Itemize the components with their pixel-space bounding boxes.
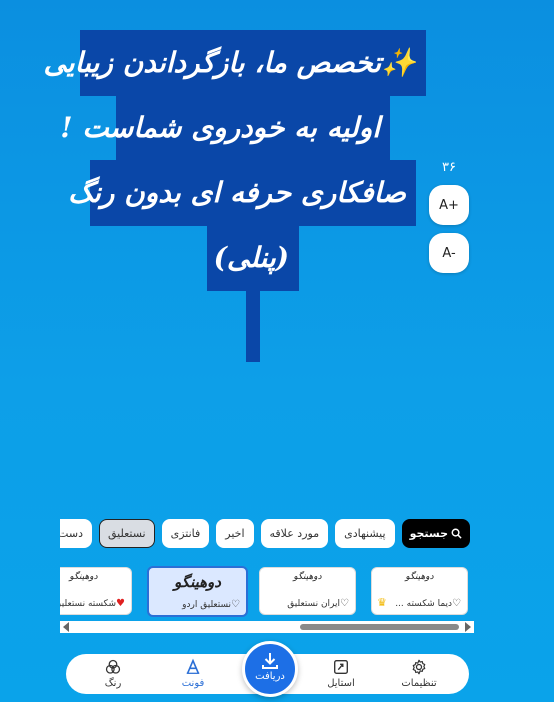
scroll-right-arrow-icon[interactable] [465,622,471,632]
font-preview: دوهینگو [174,573,221,591]
heart-outline-icon[interactable]: ♡ [231,599,240,610]
heart-outline-icon[interactable]: ♡ [452,598,461,609]
download-label: دریافت [255,671,285,682]
search-chip-label: جستجو [409,527,448,540]
font-name: ♥شکسته نستعلیق [60,598,125,609]
chip-nastaliq[interactable]: نستعلیق [98,519,155,548]
scroll-left-arrow-icon[interactable] [63,622,69,632]
chip-fantasy[interactable]: فانتزی [161,519,210,548]
font-name: ♡ایران نستعلیق [287,598,349,609]
font-name: ♡دیما شکسته ... [395,598,461,609]
font-preview: دوهینگو [69,572,98,582]
nav-settings-label: تنظیمات [401,678,437,689]
search-chip[interactable]: جستجو [401,519,470,548]
text-highlight-tail [246,290,260,362]
nav-color-label: رنگ [104,678,122,689]
download-icon [262,653,278,669]
search-icon [451,528,462,539]
font-card[interactable]: دوهینگو ♡دیما شکسته ... ♛ [371,567,468,615]
heart-outline-icon[interactable]: ♡ [340,598,349,609]
nav-font[interactable]: فونت [158,658,228,689]
canvas-line-4: (پنلی) [207,225,299,291]
nav-settings[interactable]: تنظیمات [384,658,454,689]
font-card[interactable]: دوهینگو ♡ایران نستعلیق [259,567,356,615]
font-category-bar: جستجو پیشنهادی مورد علاقه اخیر فانتزی نس… [60,519,470,548]
horizontal-scrollbar[interactable] [60,621,474,633]
font-card[interactable]: دوهینگو ♥شکسته نستعلیق [60,567,132,615]
font-name: ♡نستعلیق اردو [182,599,240,610]
font-size-value: ۳۶ [442,160,456,175]
nav-color[interactable]: رنگ [78,658,148,689]
nav-style[interactable]: استایل [306,658,376,689]
chip-handwritten[interactable]: دست‌نویس [60,519,92,548]
nav-style-label: استایل [327,678,355,689]
font-preview: دوهینگو [293,572,322,582]
download-button[interactable]: دریافت [242,641,298,697]
gear-icon [412,659,426,675]
chip-favorites[interactable]: مورد علاقه [260,519,329,548]
canvas-line-3: صافکاری حرفه ای بدون رنگ [68,160,416,226]
font-icon [186,658,200,674]
increase-size-button[interactable]: A+ [429,185,469,225]
font-card-list: دوهینگو ♡دیما شکسته ... ♛ دوهینگو ♡ایران… [60,566,470,618]
font-card-selected[interactable]: دوهینگو ♡نستعلیق اردو [147,566,248,617]
color-circles-icon [105,659,121,674]
canvas-line-2: اولیه به خودروی شماست ! [60,95,390,161]
scrollbar-thumb[interactable] [300,624,459,630]
style-icon [334,660,348,674]
canvas-line-1: ✨تخصص ما، بازگرداندن زیبایی [44,30,426,96]
chip-recent[interactable]: اخیر [216,519,254,548]
chip-suggested[interactable]: پیشنهادی [335,519,395,548]
font-preview: دوهینگو [405,572,434,582]
heart-filled-icon[interactable]: ♥ [116,598,125,609]
canvas-text-block[interactable]: ✨تخصص ما، بازگرداندن زیبایی اولیه به خود… [44,30,426,362]
decrease-size-button[interactable]: A- [429,233,469,273]
nav-font-label: فونت [181,678,205,689]
crown-icon: ♛ [377,596,387,609]
